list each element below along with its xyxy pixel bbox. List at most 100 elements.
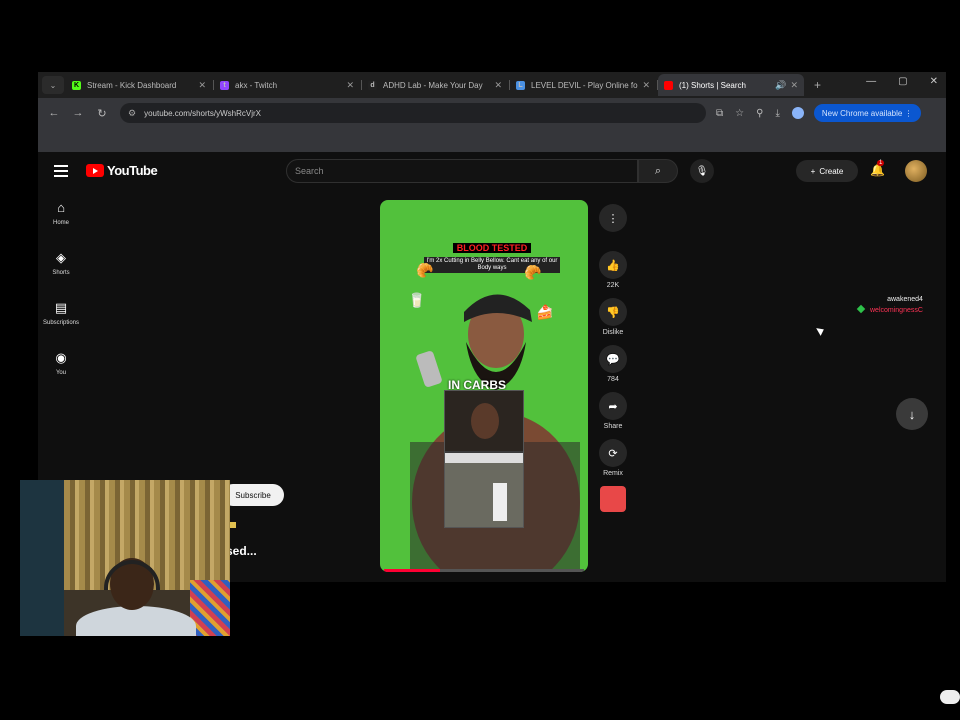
subscribe-button[interactable]: Subscribe	[222, 484, 284, 506]
overlay-badge	[940, 690, 960, 704]
minimize-button[interactable]: —	[866, 76, 876, 87]
sidebar-item-you[interactable]: ◉ You	[38, 350, 84, 400]
tiktok-icon: d	[368, 80, 377, 90]
close-icon[interactable]: ✕	[198, 80, 206, 91]
side-navigation: ⌂ Home ◈ Shorts ▤ Subscriptions ◉ You	[38, 200, 84, 400]
thumbs-up-icon: 👍	[599, 251, 627, 279]
streamer-body	[76, 606, 196, 636]
plus-icon: +	[810, 166, 816, 176]
remix-icon: ⟳	[599, 439, 627, 467]
dark-background	[20, 480, 64, 636]
download-icon[interactable]: ⤓	[775, 108, 779, 119]
more-options-button[interactable]: ⋮	[598, 204, 628, 244]
forward-button[interactable]: →	[70, 107, 86, 119]
reload-button[interactable]: ↻	[94, 107, 110, 120]
search-icon: ⌕	[654, 164, 662, 177]
thumbs-down-icon: 👎	[599, 298, 627, 326]
comments-button[interactable]: 💬 784	[598, 345, 628, 385]
search-button[interactable]: ⌕	[638, 159, 678, 183]
more-vert-icon: ⋮	[599, 204, 627, 232]
close-icon[interactable]: ✕	[346, 80, 354, 91]
extensions-icon[interactable]: ⚲	[756, 108, 763, 119]
tab-label: LEVEL DEVIL - Play Online for	[531, 80, 639, 90]
shorts-icon: ◈	[56, 250, 66, 265]
video-progress-fill	[384, 569, 440, 572]
chat-badge-icon	[856, 304, 866, 314]
tab-label: akx - Twitch	[235, 80, 278, 90]
update-label: New Chrome available	[821, 108, 903, 118]
sidebar-item-subscriptions[interactable]: ▤ Subscriptions	[38, 300, 84, 350]
tab-search-button[interactable]: ⌄	[42, 76, 64, 94]
tab-label: Stream - Kick Dashboard	[87, 80, 177, 90]
like-count: 22K	[606, 282, 620, 289]
next-video-button[interactable]: ↓	[896, 398, 928, 430]
youtube-icon	[664, 80, 673, 90]
mouse-cursor-icon	[816, 325, 826, 336]
like-button[interactable]: 👍 22K	[598, 251, 628, 291]
emoji-icon	[229, 522, 236, 528]
comment-count: 784	[607, 376, 619, 383]
tab-youtube-shorts[interactable]: (1) Shorts | Search 🔊 ✕	[658, 74, 804, 96]
youtube-play-icon	[86, 164, 104, 177]
close-icon[interactable]: ✕	[790, 80, 798, 91]
close-icon[interactable]: ✕	[494, 80, 502, 91]
youtube-wordmark: YouTube	[107, 163, 158, 178]
chat-overlay: awakened4 welcomingnessC	[856, 296, 923, 314]
sidebar-item-home[interactable]: ⌂ Home	[38, 200, 84, 250]
url-text: youtube.com/shorts/yWshRcVjrX	[144, 108, 262, 118]
maximize-button[interactable]: ▢	[898, 76, 907, 87]
cast-icon[interactable]: ⧉	[716, 108, 723, 119]
sound-thumbnail	[600, 486, 626, 512]
menu-icon[interactable]	[54, 165, 68, 180]
close-window-button[interactable]: ✕	[930, 76, 938, 87]
new-tab-button[interactable]: +	[814, 78, 821, 92]
sidebar-item-label: You	[55, 370, 67, 376]
floral-fabric	[190, 580, 230, 636]
tab-adhd-lab[interactable]: d ADHD Lab - Make Your Day ✕	[362, 74, 510, 96]
window-controls: — ▢ ✕	[866, 76, 938, 87]
kick-icon: K	[72, 80, 81, 90]
globe-icon: L	[516, 80, 525, 90]
you-icon: ◉	[55, 350, 67, 365]
sidebar-item-label: Subscriptions	[42, 320, 80, 326]
share-icon: ➦	[599, 392, 627, 420]
tab-label: ADHD Lab - Make Your Day	[383, 80, 483, 90]
sidebar-item-shorts[interactable]: ◈ Shorts	[38, 250, 84, 300]
shorts-actions: ⋮ 👍 22K 👎 Dislike 💬 784 ➦ Share ⟳ Remix	[598, 204, 628, 519]
video-title-fragment: sed...	[226, 544, 257, 558]
voice-search-button[interactable]: 🎙	[690, 159, 714, 183]
remix-label: Remix	[603, 470, 623, 477]
home-icon: ⌂	[57, 200, 65, 215]
mic-icon: 🎙	[695, 165, 709, 177]
profile-icon[interactable]	[791, 107, 804, 119]
webcam-overlay	[20, 480, 230, 636]
video-progress-bar[interactable]	[384, 569, 584, 572]
remix-button[interactable]: ⟳ Remix	[598, 439, 628, 479]
tab-level-devil[interactable]: L LEVEL DEVIL - Play Online for ✕	[510, 74, 658, 96]
speaker-icon[interactable]: 🔊	[775, 80, 786, 91]
sidebar-item-label: Shorts	[52, 270, 70, 276]
share-label: Share	[603, 423, 623, 430]
reaction-inset	[444, 390, 524, 528]
create-button[interactable]: + Create	[796, 160, 858, 182]
tab-kick[interactable]: K Stream - Kick Dashboard ✕	[66, 74, 214, 96]
back-button[interactable]: ←	[46, 107, 62, 119]
update-chrome-button[interactable]: New Chrome available ⋮	[813, 104, 921, 122]
twitch-icon: t	[220, 80, 229, 90]
toolbar-gap	[38, 128, 946, 152]
bookmark-star-icon[interactable]: ☆	[735, 108, 744, 119]
audio-thumbnail[interactable]	[598, 486, 628, 512]
address-bar[interactable]: ⚙ youtube.com/shorts/yWshRcVjrX	[120, 103, 706, 123]
notifications-button[interactable]: 🔔 1	[870, 160, 885, 177]
tab-twitch[interactable]: t akx - Twitch ✕	[214, 74, 362, 96]
tab-label: (1) Shorts | Search	[679, 80, 746, 90]
share-button[interactable]: ➦ Share	[598, 392, 628, 432]
dislike-button[interactable]: 👎 Dislike	[598, 298, 628, 338]
site-info-icon[interactable]: ⚙	[128, 108, 136, 119]
video-banner-title: BLOOD TESTED	[452, 243, 532, 253]
avatar[interactable]	[905, 160, 927, 182]
youtube-logo[interactable]: YouTube	[86, 163, 158, 178]
shorts-video-player[interactable]: BLOOD TESTED I'm 2x Cutting in Belly Bel…	[380, 200, 588, 572]
close-icon[interactable]: ✕	[642, 80, 650, 91]
search-input[interactable]: Search	[286, 159, 638, 183]
